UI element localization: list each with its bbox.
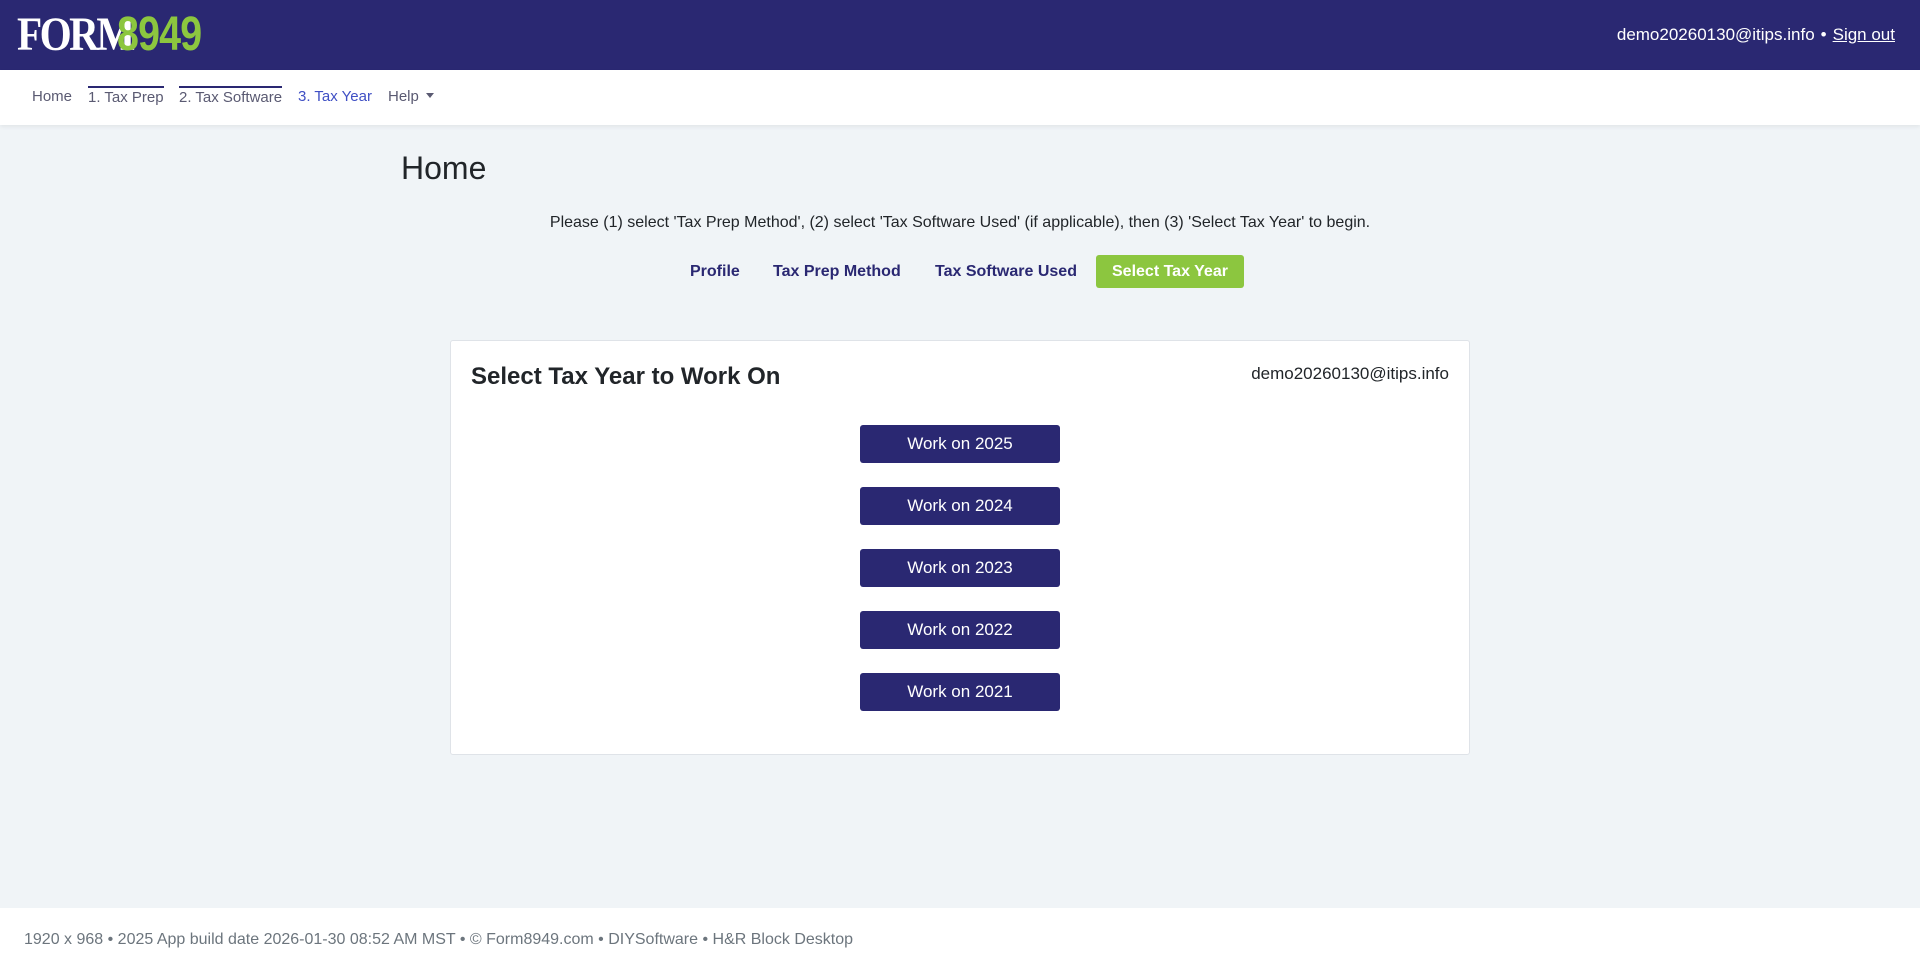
nav-item-tax-year[interactable]: 3. Tax Year [298,88,372,105]
work-on-2025-button[interactable]: Work on 2025 [860,425,1060,463]
top-header: FORM 8949 demo20260130@itips.info • Sign… [0,0,1920,70]
nav-item-home[interactable]: Home [32,88,72,105]
user-email: demo20260130@itips.info [1616,25,1815,44]
nav-item-help[interactable]: Help [388,88,434,105]
main-nav: Home 1. Tax Prep 2. Tax Software 3. Tax … [0,70,1920,125]
step-profile[interactable]: Profile [690,255,740,288]
sign-out-link[interactable]: Sign out [1833,25,1895,45]
page-title: Home [401,150,487,186]
user-area: demo20260130@itips.info • Sign out [1617,25,1895,45]
logo-form-text: FORM [17,8,135,61]
separator-dot: • [1820,25,1827,44]
chevron-down-icon [425,93,434,98]
form8949-logo[interactable]: FORM 8949 [17,8,220,61]
help-label: Help [388,88,419,105]
step-select-tax-year[interactable]: Select Tax Year [1096,255,1244,288]
footer-text: 1920 x 968 • 2025 App build date 2026-01… [24,931,854,948]
work-on-2023-button[interactable]: Work on 2023 [860,549,1060,587]
nav-item-tax-prep[interactable]: 1. Tax Prep [88,86,164,106]
select-tax-year-card: Select Tax Year to Work On demo20260130@… [450,340,1470,755]
step-tax-software-used[interactable]: Tax Software Used [935,255,1077,288]
work-on-2022-button[interactable]: Work on 2022 [860,611,1060,649]
card-user-email: demo20260130@itips.info [1251,364,1449,383]
instructions-text: Please (1) select 'Tax Prep Method', (2)… [549,214,1371,231]
logo-number-text: 8949 [117,8,202,61]
work-on-2021-button[interactable]: Work on 2021 [860,673,1060,711]
step-tax-prep-method[interactable]: Tax Prep Method [773,255,901,288]
step-tabs: Profile Tax Prep Method Tax Software Use… [0,255,1920,288]
card-title: Select Tax Year to Work On [471,363,781,390]
work-on-2024-button[interactable]: Work on 2024 [860,487,1060,525]
page-footer: 1920 x 968 • 2025 App build date 2026-01… [0,908,1920,968]
nav-item-tax-software[interactable]: 2. Tax Software [179,86,283,106]
